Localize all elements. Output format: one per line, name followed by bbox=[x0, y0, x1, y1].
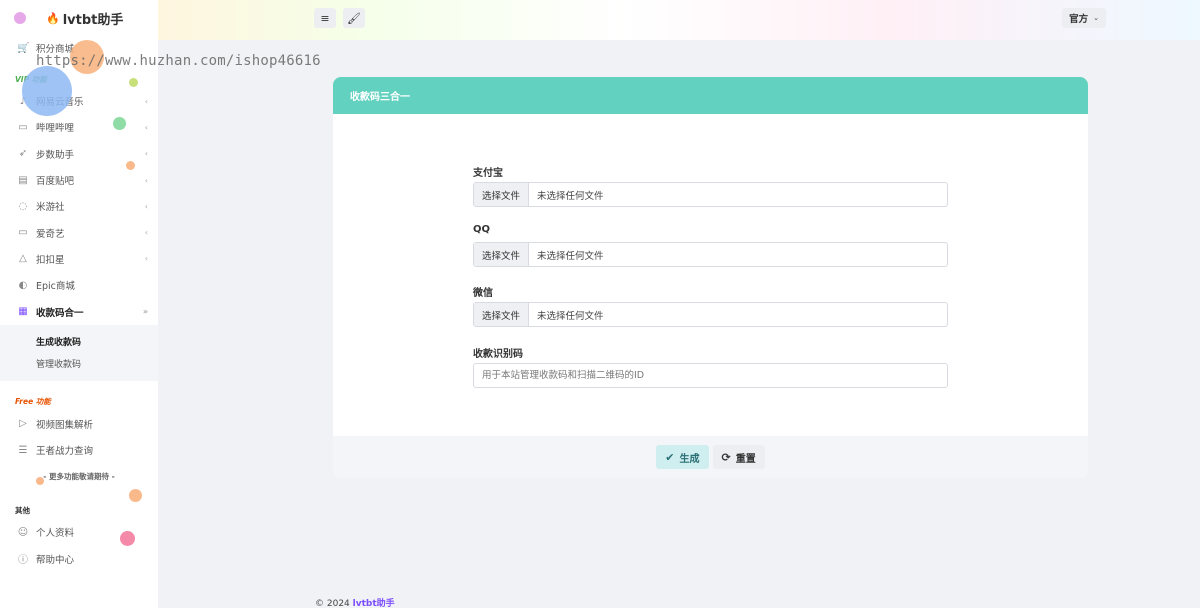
wechat-label: 微信 bbox=[473, 288, 493, 299]
card-title: 收款码三合一 bbox=[333, 77, 1088, 114]
chevron-left-icon: ‹ bbox=[144, 228, 148, 238]
wechat-field: 微信 选择文件 未选择任何文件 bbox=[473, 284, 948, 327]
other-section-label: 其他 bbox=[15, 505, 30, 515]
list-icon: ☰ bbox=[18, 444, 28, 456]
generate-button-label: 生成 bbox=[679, 453, 700, 465]
alipay-file-input[interactable]: 选择文件 未选择任何文件 bbox=[473, 182, 948, 207]
sidebar-item-label: 视频图集解析 bbox=[36, 419, 94, 431]
payment-code-submenu: 生成收款码 管理收款码 bbox=[0, 324, 158, 381]
check-icon: ✔ bbox=[665, 450, 675, 464]
sidebar-item-payment-code[interactable]: ▦ 收款码合一 » bbox=[0, 298, 158, 324]
generate-button[interactable]: ✔ 生成 bbox=[656, 445, 709, 469]
menu-icon: ≡ bbox=[320, 11, 330, 25]
card-body: 支付宝 选择文件 未选择任何文件 QQ 选择文件 未选择任何文件 微信 选择文件… bbox=[333, 114, 1088, 436]
sidebar-item-label: 扣扣星 bbox=[36, 254, 65, 266]
wechat-file-input[interactable]: 选择文件 未选择任何文件 bbox=[473, 302, 948, 327]
sidebar-item-label: 王者战力查询 bbox=[36, 446, 94, 458]
alipay-choose-file-button[interactable]: 选择文件 bbox=[474, 183, 530, 206]
sidebar-item-epic-store[interactable]: ◐ Epic商城 bbox=[0, 272, 158, 298]
decor-dot bbox=[120, 531, 135, 546]
payment-code-card: 收款码三合一 支付宝 选择文件 未选择任何文件 QQ 选择文件 未选择任何文件 … bbox=[333, 77, 1088, 478]
id-label: 收款识别码 bbox=[473, 349, 523, 360]
decor-dot bbox=[14, 12, 26, 24]
bulb-icon: ◌ bbox=[18, 200, 28, 212]
palette-icon: ◐ bbox=[18, 279, 28, 291]
play-icon: ▷ bbox=[19, 418, 27, 430]
menu-toggle-button[interactable]: ≡ bbox=[314, 8, 336, 28]
submenu-item-generate[interactable]: 生成收款码 bbox=[0, 331, 158, 353]
cart-icon: 🛒 bbox=[17, 42, 30, 54]
book-icon: ▤ bbox=[18, 174, 28, 186]
sidebar-item-label: 步数助手 bbox=[36, 149, 75, 161]
more-coming-text: - 更多功能敬请期待 - bbox=[43, 471, 115, 481]
free-section-label: Free 功能 bbox=[15, 397, 51, 407]
sidebar-item-video-parse[interactable]: ▷ 视频图集解析 bbox=[0, 411, 158, 437]
chevron-left-icon: ‹ bbox=[144, 201, 148, 211]
decor-dot bbox=[22, 66, 72, 116]
top-header: ≡ 🖌 官方 ⌄ bbox=[158, 0, 1200, 40]
sidebar-item-label: 个人资料 bbox=[36, 528, 75, 540]
payment-id-input[interactable] bbox=[473, 363, 948, 388]
copyright-text: © 2024 bbox=[315, 599, 350, 608]
alipay-field: 支付宝 选择文件 未选择任何文件 bbox=[473, 164, 948, 207]
sidebar-item-iqiyi[interactable]: ▭ 爱奇艺 ‹ bbox=[0, 219, 158, 245]
sidebar-item-honor-query[interactable]: ☰ 王者战力查询 bbox=[0, 437, 158, 463]
wechat-file-status: 未选择任何文件 bbox=[537, 310, 604, 322]
qq-label: QQ bbox=[473, 224, 491, 235]
submenu-item-manage[interactable]: 管理收款码 bbox=[0, 353, 158, 375]
brush-icon: 🖌 bbox=[347, 11, 361, 25]
user-icon: ☺ bbox=[17, 526, 29, 538]
chevron-left-icon: ‹ bbox=[144, 122, 148, 132]
reset-button[interactable]: ⟳ 重置 bbox=[712, 445, 765, 469]
sidebar-item-label: 收款码合一 bbox=[36, 307, 84, 319]
sidebar-item-help[interactable]: ⓘ 帮助中心 bbox=[0, 546, 158, 572]
chevron-down-icon: » bbox=[142, 307, 148, 317]
reset-button-label: 重置 bbox=[735, 453, 756, 465]
user-menu-button[interactable]: 官方 ⌄ bbox=[1062, 8, 1106, 28]
alipay-file-status: 未选择任何文件 bbox=[537, 190, 604, 202]
chevron-left-icon: ‹ bbox=[144, 175, 148, 185]
graduation-icon: △ bbox=[19, 253, 27, 265]
qq-field: QQ 选择文件 未选择任何文件 bbox=[473, 224, 948, 267]
page-footer: © 2024 lvtbt助手 bbox=[315, 596, 395, 608]
sidebar-item-label: 爱奇艺 bbox=[36, 228, 65, 240]
decor-dot bbox=[36, 477, 44, 485]
decor-dot bbox=[113, 117, 126, 130]
decor-dot bbox=[126, 161, 135, 170]
decor-dot bbox=[129, 489, 142, 502]
sidebar-item-label: Epic商城 bbox=[36, 281, 75, 293]
sidebar-item-label: 百度贴吧 bbox=[36, 176, 75, 188]
sidebar-item-baidu-tieba[interactable]: ▤ 百度贴吧 ‹ bbox=[0, 167, 158, 193]
wechat-choose-file-button[interactable]: 选择文件 bbox=[474, 303, 530, 326]
sidebar-item-kkx[interactable]: △ 扣扣星 ‹ bbox=[0, 246, 158, 272]
qq-choose-file-button[interactable]: 选择文件 bbox=[474, 243, 530, 266]
qq-file-input[interactable]: 选择文件 未选择任何文件 bbox=[473, 242, 948, 267]
id-field: 收款识别码 bbox=[473, 345, 948, 388]
rocket-icon: ➶ bbox=[18, 148, 28, 160]
sidebar-item-bilibili[interactable]: ▭ 哔哩哔哩 ‹ bbox=[0, 114, 158, 140]
chevron-left-icon: ‹ bbox=[144, 254, 148, 264]
footer-brand-link[interactable]: lvtbt助手 bbox=[353, 599, 395, 608]
watermark-text: https://www.huzhan.com/ishop46616 bbox=[36, 53, 321, 69]
chevron-left-icon: ‹ bbox=[144, 96, 148, 106]
decor-dot bbox=[129, 78, 138, 87]
qq-file-status: 未选择任何文件 bbox=[537, 250, 604, 262]
chevron-left-icon: ‹ bbox=[144, 149, 148, 159]
theme-button[interactable]: 🖌 bbox=[343, 8, 365, 28]
alipay-label: 支付宝 bbox=[473, 168, 503, 179]
sidebar-item-label: 哔哩哔哩 bbox=[36, 123, 75, 135]
brand-name: lvtbt助手 bbox=[62, 12, 124, 28]
sidebar-item-miyoushe[interactable]: ◌ 米游社 ‹ bbox=[0, 193, 158, 219]
qrcode-icon: ▦ bbox=[18, 306, 28, 318]
refresh-icon: ⟳ bbox=[721, 450, 731, 464]
sidebar-item-label: 帮助中心 bbox=[36, 554, 75, 566]
sidebar-item-label: 米游社 bbox=[36, 202, 65, 214]
info-icon: ⓘ bbox=[18, 555, 28, 567]
card-footer: ✔ 生成 ⟳ 重置 bbox=[333, 436, 1088, 478]
chevron-down-icon: ⌄ bbox=[1093, 14, 1099, 22]
user-name: 官方 bbox=[1069, 14, 1089, 25]
monitor-icon: ▭ bbox=[18, 227, 28, 239]
video-icon: ▭ bbox=[18, 121, 28, 133]
flame-icon: 🔥 bbox=[46, 11, 60, 25]
